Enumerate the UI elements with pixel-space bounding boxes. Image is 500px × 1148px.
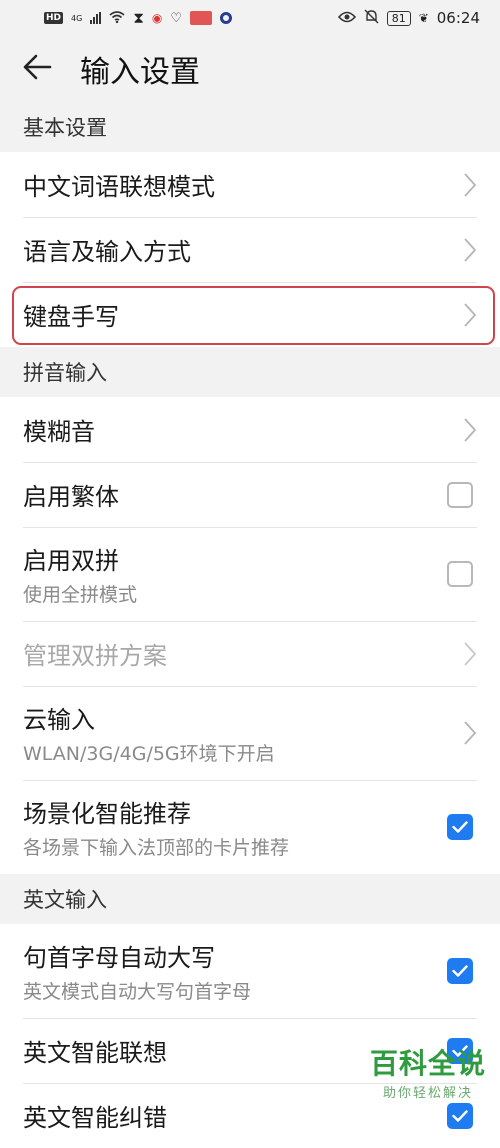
- app-bar: 输入设置: [0, 36, 500, 102]
- setting-label: 场景化智能推荐: [23, 800, 191, 828]
- setting-label: 英文智能联想: [23, 1039, 167, 1067]
- double-pinyin-checkbox[interactable]: [447, 561, 473, 587]
- heart-icon: ♡: [170, 10, 182, 26]
- wifi-icon: [109, 9, 125, 27]
- signal-icon: [90, 12, 102, 24]
- setting-manage-double-pinyin[interactable]: 管理双拼方案: [0, 621, 500, 686]
- setting-sublabel: 各场景下输入法顶部的卡片推荐: [23, 837, 290, 859]
- chevron-right-icon: [463, 641, 477, 667]
- setting-auto-capitalize[interactable]: 句首字母自动大写 英文模式自动大写句首字母: [0, 924, 500, 1018]
- section-header-pinyin: 拼音输入: [23, 361, 107, 385]
- section-header-basic: 基本设置: [23, 116, 107, 140]
- app-icon: [189, 11, 212, 25]
- setting-traditional-chinese[interactable]: 启用繁体: [0, 462, 500, 527]
- english-autocorrect-checkbox[interactable]: [447, 1102, 473, 1129]
- pinyin-settings-card: 模糊音 启用繁体 启用双拼 使用全拼模式 管理双拼方案 云输入 WLAN/3G/…: [0, 397, 500, 874]
- setting-double-pinyin[interactable]: 启用双拼 使用全拼模式: [0, 527, 500, 621]
- status-bar: HD 4G ⧗ ◉ ♡ 81 ❦ 06:24: [0, 0, 500, 36]
- check-icon: [452, 1109, 468, 1122]
- setting-text: 云输入 WLAN/3G/4G/5G环境下开启: [23, 700, 275, 766]
- leaf-icon: ❦: [418, 11, 429, 25]
- eye-icon: [337, 9, 356, 27]
- setting-scene-recommendation[interactable]: 场景化智能推荐 各场景下输入法顶部的卡片推荐: [0, 780, 500, 874]
- scene-recommendation-checkbox[interactable]: [447, 814, 473, 840]
- hd-badge: HD: [44, 12, 64, 24]
- ring-icon: [219, 12, 232, 24]
- setting-sublabel: WLAN/3G/4G/5G环境下开启: [23, 743, 275, 765]
- setting-fuzzy-sound[interactable]: 模糊音: [0, 397, 500, 462]
- section-header-english: 英文输入: [23, 888, 107, 912]
- traditional-checkbox[interactable]: [447, 481, 473, 508]
- setting-label: 语言及输入方式: [23, 238, 191, 266]
- setting-label: 云输入: [23, 706, 95, 734]
- setting-keyboard-handwriting[interactable]: 键盘手写: [0, 282, 500, 347]
- setting-label: 启用繁体: [23, 483, 119, 511]
- mute-bell-icon: [364, 9, 379, 28]
- watermark: 百科全说 助你轻松解决: [370, 1042, 486, 1101]
- battery-icon: 81: [386, 10, 411, 26]
- setting-label: 管理双拼方案: [23, 642, 167, 670]
- weibo-icon: ◉: [151, 11, 163, 25]
- setting-chinese-word-association[interactable]: 中文词语联想模式: [0, 152, 500, 217]
- basic-settings-card: 中文词语联想模式 语言及输入方式 键盘手写: [0, 152, 500, 347]
- check-icon: [452, 821, 468, 833]
- setting-cloud-input[interactable]: 云输入 WLAN/3G/4G/5G环境下开启: [0, 686, 500, 780]
- chevron-right-icon: [463, 237, 477, 263]
- setting-label: 键盘手写: [23, 303, 119, 331]
- watermark-subtitle: 助你轻松解决: [382, 1086, 473, 1101]
- watermark-title: 百科全说: [369, 1047, 486, 1080]
- setting-sublabel: 使用全拼模式: [23, 584, 138, 606]
- setting-label: 句首字母自动大写: [23, 944, 215, 972]
- clock: 06:24: [436, 9, 480, 27]
- setting-text: 场景化智能推荐 各场景下输入法顶部的卡片推荐: [23, 794, 289, 860]
- setting-label: 中文词语联想模式: [23, 173, 215, 201]
- setting-label: 模糊音: [23, 418, 95, 446]
- back-arrow-icon[interactable]: [22, 52, 62, 86]
- setting-label: 启用双拼: [23, 547, 119, 575]
- setting-label: 英文智能纠错: [23, 1104, 167, 1132]
- page-title: 输入设置: [80, 55, 200, 90]
- check-icon: [452, 965, 468, 977]
- chevron-right-icon: [463, 302, 477, 328]
- setting-language-input-method[interactable]: 语言及输入方式: [0, 217, 500, 282]
- setting-text: 启用双拼 使用全拼模式: [23, 541, 137, 607]
- setting-text: 句首字母自动大写 英文模式自动大写句首字母: [23, 938, 251, 1004]
- english-settings-card: 句首字母自动大写 英文模式自动大写句首字母 英文智能联想 英文智能纠错: [0, 924, 500, 1148]
- hourglass-icon: ⧗: [133, 9, 144, 27]
- chevron-right-icon: [463, 417, 477, 443]
- chevron-right-icon: [463, 720, 477, 746]
- network-type: 4G: [71, 13, 83, 23]
- setting-sublabel: 英文模式自动大写句首字母: [23, 981, 252, 1003]
- auto-capitalize-checkbox[interactable]: [447, 958, 473, 984]
- chevron-right-icon: [463, 172, 477, 198]
